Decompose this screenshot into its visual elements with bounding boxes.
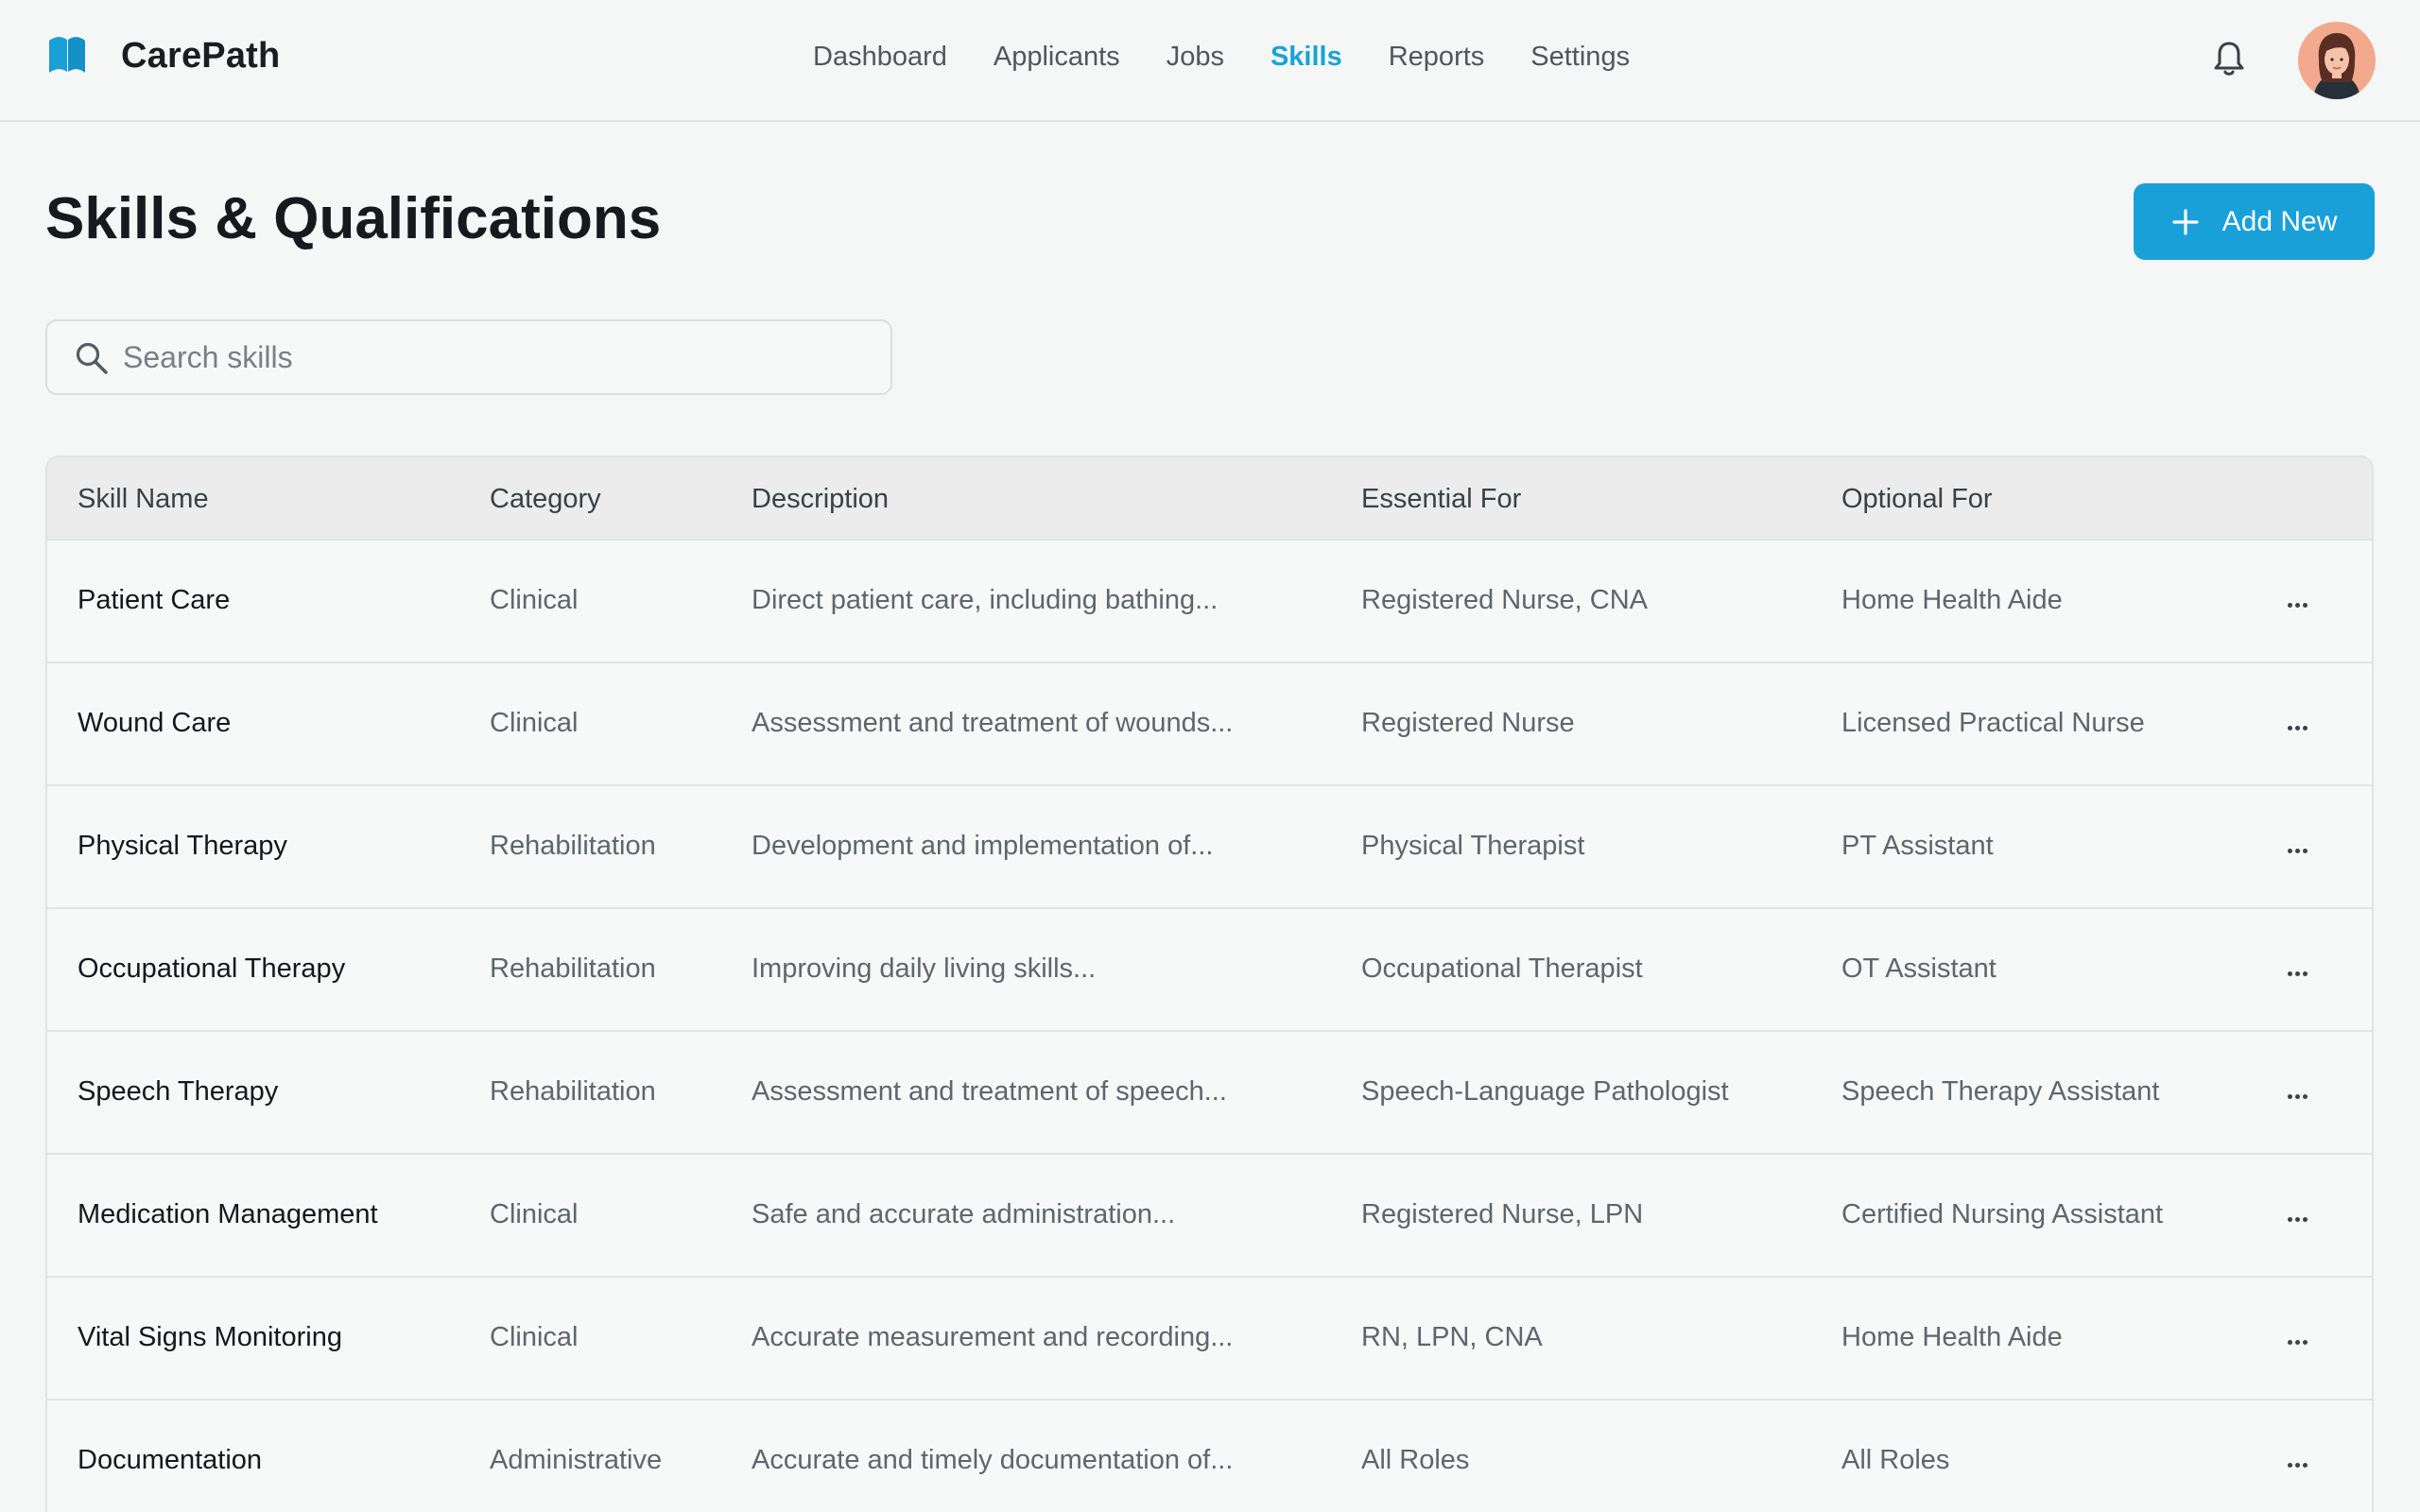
- skill-essential-for: Speech-Language Pathologist: [1361, 1076, 1729, 1107]
- skill-essential-for: Registered Nurse, CNA: [1361, 585, 1648, 615]
- skill-category: Clinical: [490, 1322, 579, 1352]
- book-logo-icon: [49, 36, 85, 73]
- skill-name: Wound Care: [78, 708, 232, 738]
- skill-category: Rehabilitation: [490, 954, 656, 984]
- column-header-skill-name[interactable]: Skill Name: [78, 484, 209, 515]
- user-avatar[interactable]: [2298, 22, 2376, 99]
- column-header-category[interactable]: Category: [490, 484, 601, 515]
- skill-category: Clinical: [490, 585, 579, 615]
- brand[interactable]: CarePath: [47, 36, 280, 77]
- skill-optional-for: OT Assistant: [1841, 954, 1996, 984]
- skill-category: Administrative: [490, 1445, 663, 1475]
- nav-reports[interactable]: Reports: [1389, 42, 1485, 73]
- skill-name: Medication Management: [78, 1199, 378, 1229]
- skill-name: Physical Therapy: [78, 831, 287, 861]
- skill-name: Speech Therapy: [78, 1076, 279, 1107]
- main-nav: Dashboard Applicants Jobs Skills Reports…: [813, 42, 1676, 73]
- skill-optional-for: Speech Therapy Assistant: [1841, 1076, 2160, 1107]
- more-horizontal-icon[interactable]: [2288, 1087, 2314, 1099]
- skill-essential-for: Occupational Therapist: [1361, 954, 1643, 984]
- plus-icon: [2172, 208, 2199, 235]
- table-row[interactable]: Patient Care Clinical Direct patient car…: [47, 541, 2372, 663]
- skill-description: Safe and accurate administration...: [752, 1199, 1176, 1229]
- bell-icon[interactable]: [2212, 40, 2246, 77]
- skill-essential-for: RN, LPN, CNA: [1361, 1322, 1543, 1352]
- page-title: Skills & Qualifications: [45, 186, 662, 251]
- skill-optional-for: Home Health Aide: [1841, 1322, 2063, 1352]
- skill-category: Rehabilitation: [490, 831, 656, 861]
- brand-name: CarePath: [121, 36, 281, 76]
- skill-name: Vital Signs Monitoring: [78, 1322, 342, 1352]
- skill-optional-for: All Roles: [1841, 1445, 1950, 1475]
- skill-name: Occupational Therapy: [78, 954, 346, 984]
- skill-name: Patient Care: [78, 585, 231, 615]
- skill-name: Documentation: [78, 1445, 263, 1475]
- skill-optional-for: Licensed Practical Nurse: [1841, 708, 2145, 738]
- skill-description: Assessment and treatment of wounds...: [752, 708, 1234, 738]
- more-horizontal-icon[interactable]: [2288, 964, 2314, 976]
- table-row[interactable]: Wound Care Clinical Assessment and treat…: [47, 663, 2372, 786]
- add-new-label: Add New: [2221, 205, 2338, 237]
- more-horizontal-icon[interactable]: [2288, 841, 2314, 853]
- skill-description: Direct patient care, including bathing..…: [752, 585, 1219, 615]
- skill-optional-for: Home Health Aide: [1841, 585, 2063, 615]
- skill-essential-for: All Roles: [1361, 1445, 1470, 1475]
- skill-category: Clinical: [490, 708, 579, 738]
- more-horizontal-icon[interactable]: [2288, 1455, 2314, 1468]
- skill-category: Clinical: [490, 1199, 579, 1229]
- table-row[interactable]: Documentation Administrative Accurate an…: [47, 1400, 2372, 1512]
- skill-description: Improving daily living skills...: [752, 954, 1097, 984]
- table-row[interactable]: Speech Therapy Rehabilitation Assessment…: [47, 1032, 2372, 1155]
- more-horizontal-icon[interactable]: [2288, 1210, 2314, 1222]
- table-header: Skill Name Category Description Essentia…: [47, 457, 2372, 541]
- search-icon: [76, 342, 108, 374]
- search-box: [45, 319, 892, 395]
- column-header-description[interactable]: Description: [752, 484, 889, 515]
- skill-description: Assessment and treatment of speech...: [752, 1076, 1227, 1107]
- nav-dashboard[interactable]: Dashboard: [813, 42, 947, 73]
- skill-optional-for: Certified Nursing Assistant: [1841, 1199, 2164, 1229]
- skill-essential-for: Registered Nurse, LPN: [1361, 1199, 1644, 1229]
- skill-essential-for: Registered Nurse: [1361, 708, 1575, 738]
- nav-skills[interactable]: Skills: [1270, 42, 1342, 73]
- table-row[interactable]: Occupational Therapy Rehabilitation Impr…: [47, 909, 2372, 1032]
- skills-table: Skill Name Category Description Essentia…: [45, 455, 2374, 1512]
- table-row[interactable]: Vital Signs Monitoring Clinical Accurate…: [47, 1278, 2372, 1400]
- more-horizontal-icon[interactable]: [2288, 718, 2314, 730]
- nav-applicants[interactable]: Applicants: [994, 42, 1120, 73]
- add-new-button[interactable]: Add New: [2134, 183, 2375, 260]
- column-header-essential-for[interactable]: Essential For: [1361, 484, 1521, 515]
- nav-jobs[interactable]: Jobs: [1167, 42, 1224, 73]
- skill-description: Accurate measurement and recording...: [752, 1322, 1234, 1352]
- table-row[interactable]: Medication Management Clinical Safe and …: [47, 1155, 2372, 1278]
- skill-description: Development and implementation of...: [752, 831, 1214, 861]
- skill-optional-for: PT Assistant: [1841, 831, 1994, 861]
- top-navbar: CarePath Dashboard Applicants Jobs Skill…: [0, 0, 2420, 122]
- avatar-image: [2298, 22, 2376, 99]
- search-input[interactable]: [123, 321, 870, 393]
- more-horizontal-icon[interactable]: [2288, 1332, 2314, 1345]
- skill-category: Rehabilitation: [490, 1076, 656, 1107]
- more-horizontal-icon[interactable]: [2288, 595, 2314, 608]
- skill-essential-for: Physical Therapist: [1361, 831, 1585, 861]
- nav-settings[interactable]: Settings: [1530, 42, 1630, 73]
- column-header-optional-for[interactable]: Optional For: [1841, 484, 1993, 515]
- table-row[interactable]: Physical Therapy Rehabilitation Developm…: [47, 786, 2372, 909]
- skill-description: Accurate and timely documentation of...: [752, 1445, 1234, 1475]
